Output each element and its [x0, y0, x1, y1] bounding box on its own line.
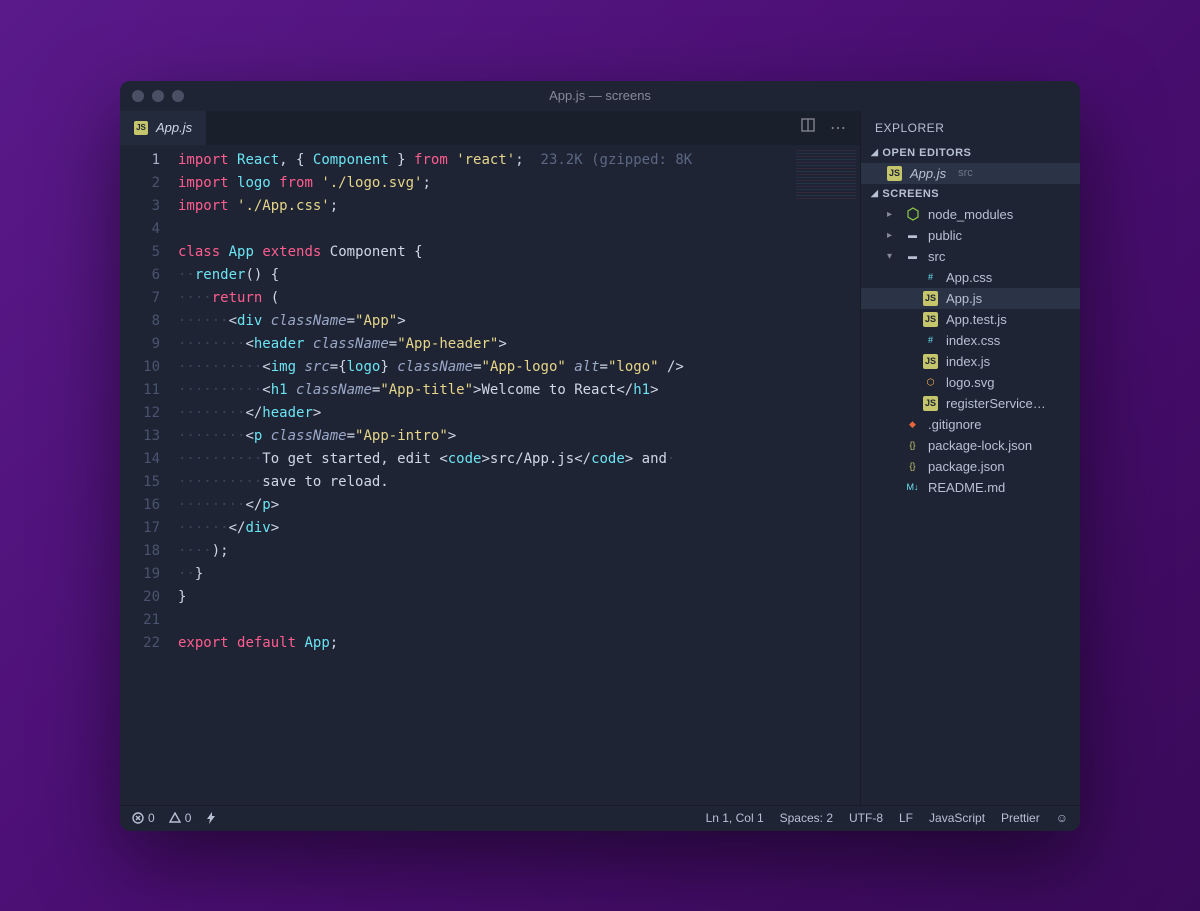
open-editor-item[interactable]: JS App.js src — [861, 163, 1080, 184]
zoom-traffic[interactable] — [172, 90, 184, 102]
tree-item-label: index.js — [946, 354, 990, 369]
minimize-traffic[interactable] — [152, 90, 164, 102]
tree-item-app-js[interactable]: JS App.js — [861, 288, 1080, 309]
tree-item-package-json[interactable]: {} package.json — [861, 456, 1080, 477]
explorer-sidebar: EXPLORER ◢OPEN EDITORS JS App.js src ◢SC… — [860, 111, 1080, 805]
window-title: App.js — screens — [549, 88, 651, 103]
js-file-icon: JS — [923, 396, 938, 411]
tab-app-js[interactable]: JS App.js — [120, 111, 207, 145]
tree-item-label: App.test.js — [946, 312, 1007, 327]
tree-item-public[interactable]: ▸ ▬ public — [861, 225, 1080, 246]
tree-item--gitignore[interactable]: ◆ .gitignore — [861, 414, 1080, 435]
tree-item-registerservice-[interactable]: JS registerService… — [861, 393, 1080, 414]
status-action[interactable] — [205, 811, 217, 825]
status-warnings[interactable]: 0 — [169, 811, 192, 825]
tree-item-index-js[interactable]: JS index.js — [861, 351, 1080, 372]
chevron-icon: ▸ — [887, 209, 897, 220]
status-language[interactable]: JavaScript — [929, 811, 985, 825]
js-file-icon: JS — [923, 291, 938, 306]
vscode-window: App.js — screens JS App.js ⋯ 12345678910… — [120, 81, 1080, 831]
tree-item-label: App.css — [946, 270, 992, 285]
tree-item-index-css[interactable]: # index.css — [861, 330, 1080, 351]
tree-item-app-test-js[interactable]: JS App.test.js — [861, 309, 1080, 330]
tree-item-readme-md[interactable]: M↓ README.md — [861, 477, 1080, 498]
md-file-icon: M↓ — [905, 480, 920, 495]
status-formatter[interactable]: Prettier — [1001, 811, 1040, 825]
code-content[interactable]: import React, { Component } from 'react'… — [178, 145, 860, 805]
tree-item-label: App.js — [946, 291, 982, 306]
tab-bar: JS App.js ⋯ — [120, 111, 860, 145]
tree-item-label: registerService… — [946, 396, 1046, 411]
tree-item-label: package.json — [928, 459, 1005, 474]
status-indent[interactable]: Spaces: 2 — [780, 811, 833, 825]
status-eol[interactable]: LF — [899, 811, 913, 825]
more-actions-icon[interactable]: ⋯ — [830, 118, 846, 138]
json-file-icon: {} — [905, 459, 920, 474]
tree-item-node-modules[interactable]: ▸ node_modules — [861, 204, 1080, 225]
js-file-icon: JS — [923, 312, 938, 327]
close-traffic[interactable] — [132, 90, 144, 102]
status-errors[interactable]: 0 — [132, 811, 155, 825]
folder-icon: ▬ — [905, 249, 920, 264]
project-section[interactable]: ◢SCREENS — [861, 184, 1080, 204]
status-bar: 0 0 Ln 1, Col 1 Spaces: 2 UTF-8 LF JavaS… — [120, 805, 1080, 831]
json-file-icon: {} — [905, 438, 920, 453]
folder-icon: ▬ — [905, 228, 920, 243]
split-editor-icon[interactable] — [800, 117, 816, 138]
css-file-icon: # — [923, 333, 938, 348]
editor-group: JS App.js ⋯ 1234567891011121314151617181… — [120, 111, 860, 805]
tree-item-label: public — [928, 228, 962, 243]
status-cursor-pos[interactable]: Ln 1, Col 1 — [706, 811, 764, 825]
status-encoding[interactable]: UTF-8 — [849, 811, 883, 825]
tree-item-logo-svg[interactable]: ⬡ logo.svg — [861, 372, 1080, 393]
traffic-lights — [132, 90, 184, 102]
git-file-icon: ◆ — [905, 417, 920, 432]
js-file-icon: JS — [134, 121, 148, 135]
tree-item-package-lock-json[interactable]: {} package-lock.json — [861, 435, 1080, 456]
chevron-icon: ▾ — [887, 251, 897, 262]
svg-file-icon: ⬡ — [923, 375, 938, 390]
tree-item-label: logo.svg — [946, 375, 994, 390]
js-file-icon: JS — [923, 354, 938, 369]
status-feedback-icon[interactable]: ☺ — [1056, 811, 1068, 825]
titlebar: App.js — screens — [120, 81, 1080, 111]
node-icon — [905, 207, 920, 222]
tree-item-label: package-lock.json — [928, 438, 1032, 453]
chevron-icon: ▸ — [887, 230, 897, 241]
tree-item-label: src — [928, 249, 945, 264]
minimap[interactable] — [796, 149, 856, 199]
tree-item-app-css[interactable]: # App.css — [861, 267, 1080, 288]
js-file-icon: JS — [887, 166, 902, 181]
sidebar-title: EXPLORER — [861, 117, 1080, 143]
tree-item-src[interactable]: ▾ ▬ src — [861, 246, 1080, 267]
tree-item-label: .gitignore — [928, 417, 981, 432]
line-gutter: 12345678910111213141516171819202122 — [120, 145, 178, 805]
tree-item-label: README.md — [928, 480, 1005, 495]
tab-label: App.js — [156, 120, 192, 135]
tree-item-label: index.css — [946, 333, 1000, 348]
code-editor[interactable]: 12345678910111213141516171819202122 impo… — [120, 145, 860, 805]
open-editors-section[interactable]: ◢OPEN EDITORS — [861, 143, 1080, 163]
tree-item-label: node_modules — [928, 207, 1013, 222]
css-file-icon: # — [923, 270, 938, 285]
